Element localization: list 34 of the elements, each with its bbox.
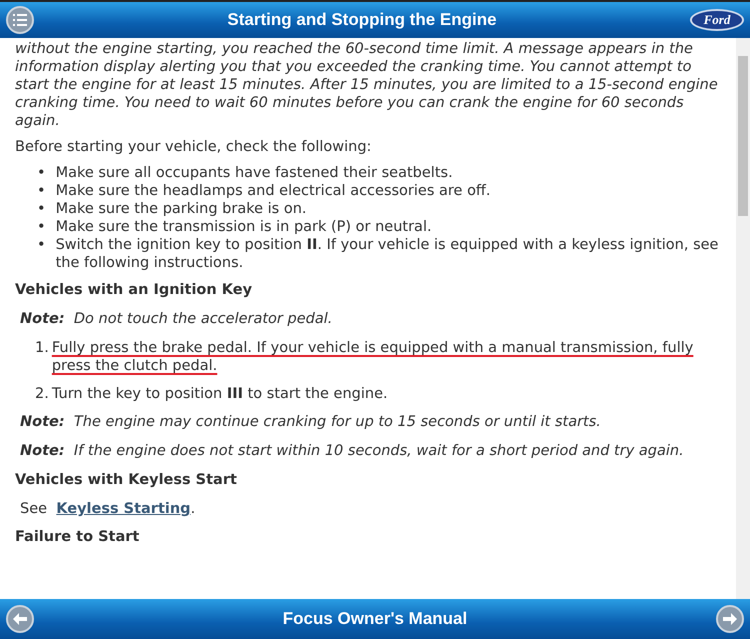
bullet-item: Make sure all occupants have fastened their seatbelts. bbox=[56, 164, 453, 182]
note: Note: If the engine does not start within 10 seconds, wait for a short period and try again. bbox=[20, 442, 685, 460]
bullet: • bbox=[37, 182, 46, 200]
bullet: • bbox=[37, 218, 46, 236]
bullet: • bbox=[37, 236, 46, 255]
back-button[interactable] bbox=[6, 605, 34, 633]
section-heading: Vehicles with an Ignition Key bbox=[15, 281, 254, 299]
note: Note: Do not touch the accelerator pedal. bbox=[20, 310, 334, 328]
bullet: • bbox=[37, 200, 46, 218]
bullet-item: Make sure the headlamps and electrical accessories are off. bbox=[56, 182, 491, 200]
paragraph: Before starting your vehicle, check the following: bbox=[15, 138, 372, 156]
note: Note: The engine may continue cranking for up to 15 seconds or until it starts. bbox=[20, 413, 602, 431]
section-heading: Failure to Start bbox=[15, 528, 140, 546]
list-icon bbox=[13, 14, 27, 26]
section-heading: Vehicles with Keyless Start bbox=[15, 471, 238, 489]
bullet-item: Switch the ignition key to position II. If your vehicle is equipped with a keyless ignition, see the following instructions. bbox=[56, 236, 720, 272]
paragraph: without the engine starting, you reached the 60-second time limit. A message appears in the information display alerting you that you exceeded the cranking time. You cannot attempt to start the engine for at least 15 minutes. After 15 minutes, you are limited to a 15-second engine cranking time. You need to wait 60 minutes before you can crank the engine for 60 seconds again. bbox=[15, 40, 719, 130]
menu-button[interactable] bbox=[6, 6, 34, 34]
step-number: 2. bbox=[35, 385, 49, 403]
scrollbar[interactable] bbox=[736, 38, 750, 599]
step-text: Fully press the brake pedal. If your vehicle is equipped with a manual transmission, fully press the clutch pedal. bbox=[52, 339, 694, 375]
forward-button[interactable] bbox=[716, 605, 744, 633]
right-arrow-icon bbox=[723, 613, 737, 625]
step-text: Turn the key to position III to start the engine. bbox=[52, 385, 388, 403]
bullet-item: Make sure the parking brake is on. bbox=[56, 200, 306, 218]
bullet-item: Make sure the transmission is in park (P) or neutral. bbox=[56, 218, 432, 236]
logo: Ford bbox=[690, 9, 744, 31]
step-number: 1. bbox=[35, 339, 49, 358]
bullet: • bbox=[37, 164, 46, 182]
see-also-text: See Keyless Starting. bbox=[20, 500, 196, 518]
manual-title: Focus Owner's Manual bbox=[282, 609, 468, 629]
link[interactable]: Keyless Starting bbox=[56, 501, 191, 517]
left-arrow-icon bbox=[13, 613, 27, 625]
page-title: Starting and Stopping the Engine bbox=[226, 10, 498, 30]
